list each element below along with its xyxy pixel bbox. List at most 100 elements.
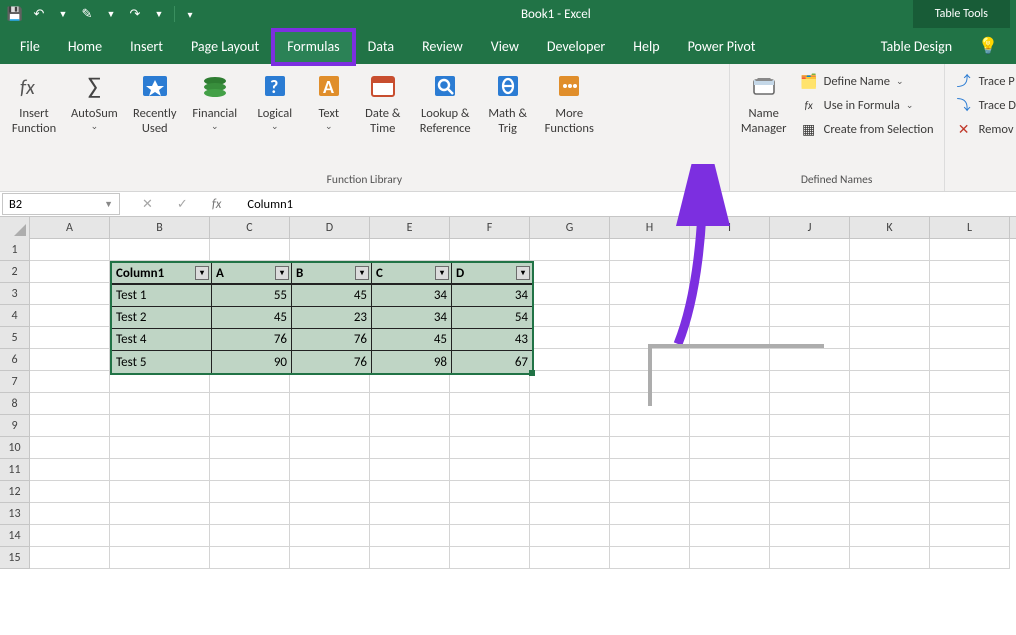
cell[interactable] <box>370 525 450 547</box>
cell[interactable] <box>290 525 370 547</box>
row-header[interactable]: 4 <box>0 305 30 327</box>
cell[interactable] <box>770 305 850 327</box>
cell[interactable] <box>450 437 530 459</box>
col-header[interactable]: J <box>770 217 850 239</box>
cell[interactable] <box>530 437 610 459</box>
cell[interactable] <box>110 503 210 525</box>
cell[interactable] <box>30 393 110 415</box>
cell[interactable] <box>370 415 450 437</box>
cell[interactable] <box>290 503 370 525</box>
cell[interactable] <box>450 459 530 481</box>
tab-page-layout[interactable]: Page Layout <box>177 30 273 64</box>
table-cell[interactable]: 23 <box>292 307 372 329</box>
formula-input[interactable]: Column1 <box>241 197 299 212</box>
col-header[interactable]: F <box>450 217 530 239</box>
cell[interactable] <box>610 283 690 305</box>
table-cell[interactable]: 54 <box>452 307 532 329</box>
table-header-cell[interactable]: D▾ <box>452 263 532 285</box>
logical-button[interactable]: ? Logical ⌄ <box>247 68 303 134</box>
cell[interactable] <box>770 415 850 437</box>
cell[interactable] <box>930 261 1010 283</box>
table-cell[interactable]: 34 <box>452 285 532 307</box>
cell[interactable] <box>30 327 110 349</box>
cell[interactable] <box>770 239 850 261</box>
enter-icon[interactable]: ✓ <box>177 197 188 212</box>
cell[interactable] <box>30 525 110 547</box>
cell[interactable] <box>690 437 770 459</box>
cell[interactable] <box>930 393 1010 415</box>
remove-arrows-button[interactable]: ✕ Remov <box>955 120 1016 138</box>
cell[interactable] <box>450 547 530 569</box>
row-header[interactable]: 11 <box>0 459 30 481</box>
table-cell[interactable]: 43 <box>452 329 532 351</box>
cell[interactable] <box>210 437 290 459</box>
cell[interactable] <box>530 547 610 569</box>
cell[interactable] <box>110 239 210 261</box>
col-header[interactable]: E <box>370 217 450 239</box>
cell[interactable] <box>930 349 1010 371</box>
cell[interactable] <box>290 459 370 481</box>
cell[interactable] <box>690 503 770 525</box>
cell-grid[interactable]: Column1▾ A▾ B▾ C▾ D▾ Test 1 55 45 34 34 … <box>30 239 1010 569</box>
filter-button-icon[interactable]: ▾ <box>516 266 530 280</box>
undo-dropdown-icon[interactable]: ▼ <box>54 5 72 23</box>
trace-precedents-button[interactable]: ⤴ Trace P <box>955 72 1016 90</box>
cell[interactable] <box>530 239 610 261</box>
cell[interactable] <box>290 415 370 437</box>
cell[interactable] <box>530 371 610 393</box>
cell[interactable] <box>110 459 210 481</box>
cell[interactable] <box>770 283 850 305</box>
table-cell[interactable]: Test 1 <box>112 285 212 307</box>
cell[interactable] <box>930 327 1010 349</box>
cell[interactable] <box>450 503 530 525</box>
cell[interactable] <box>690 305 770 327</box>
cell[interactable] <box>850 261 930 283</box>
cell[interactable] <box>610 481 690 503</box>
cell[interactable] <box>210 415 290 437</box>
name-manager-button[interactable]: Name Manager <box>736 68 792 138</box>
cell[interactable] <box>770 503 850 525</box>
row-header[interactable]: 5 <box>0 327 30 349</box>
cell[interactable] <box>850 503 930 525</box>
customize-qat-icon[interactable]: ▾ <box>181 5 199 23</box>
cell[interactable] <box>530 481 610 503</box>
cell[interactable] <box>610 415 690 437</box>
cell[interactable] <box>370 437 450 459</box>
cancel-icon[interactable]: ✕ <box>142 197 153 212</box>
cell[interactable] <box>110 393 210 415</box>
cell[interactable] <box>610 305 690 327</box>
table-cell[interactable]: 76 <box>212 329 292 351</box>
table-row[interactable]: Test 2 45 23 34 54 <box>112 307 532 329</box>
table-header-cell[interactable]: Column1▾ <box>112 263 212 285</box>
cell[interactable] <box>850 459 930 481</box>
row-header[interactable]: 13 <box>0 503 30 525</box>
cell[interactable] <box>930 503 1010 525</box>
cell[interactable] <box>370 503 450 525</box>
cell[interactable] <box>530 525 610 547</box>
math-trig-button[interactable]: Math & Trig <box>480 68 536 138</box>
cell[interactable] <box>530 261 610 283</box>
col-header[interactable]: C <box>210 217 290 239</box>
table-cell[interactable]: 45 <box>372 329 452 351</box>
cell[interactable] <box>850 239 930 261</box>
cell[interactable] <box>30 283 110 305</box>
cell[interactable] <box>850 415 930 437</box>
row-header[interactable]: 15 <box>0 547 30 569</box>
cell[interactable] <box>30 239 110 261</box>
cell[interactable] <box>850 547 930 569</box>
cell[interactable] <box>30 415 110 437</box>
table-cell[interactable]: 90 <box>212 351 292 373</box>
row-header[interactable]: 3 <box>0 283 30 305</box>
cell[interactable] <box>610 437 690 459</box>
cell[interactable] <box>530 459 610 481</box>
cell[interactable] <box>850 437 930 459</box>
cell[interactable] <box>450 415 530 437</box>
cell[interactable] <box>690 415 770 437</box>
table-cell[interactable]: 45 <box>292 285 372 307</box>
cell[interactable] <box>530 327 610 349</box>
cell[interactable] <box>770 261 850 283</box>
recently-used-button[interactable]: Recently Used <box>127 68 183 138</box>
cell[interactable] <box>610 239 690 261</box>
cell[interactable] <box>290 437 370 459</box>
filter-button-icon[interactable]: ▾ <box>195 266 209 280</box>
